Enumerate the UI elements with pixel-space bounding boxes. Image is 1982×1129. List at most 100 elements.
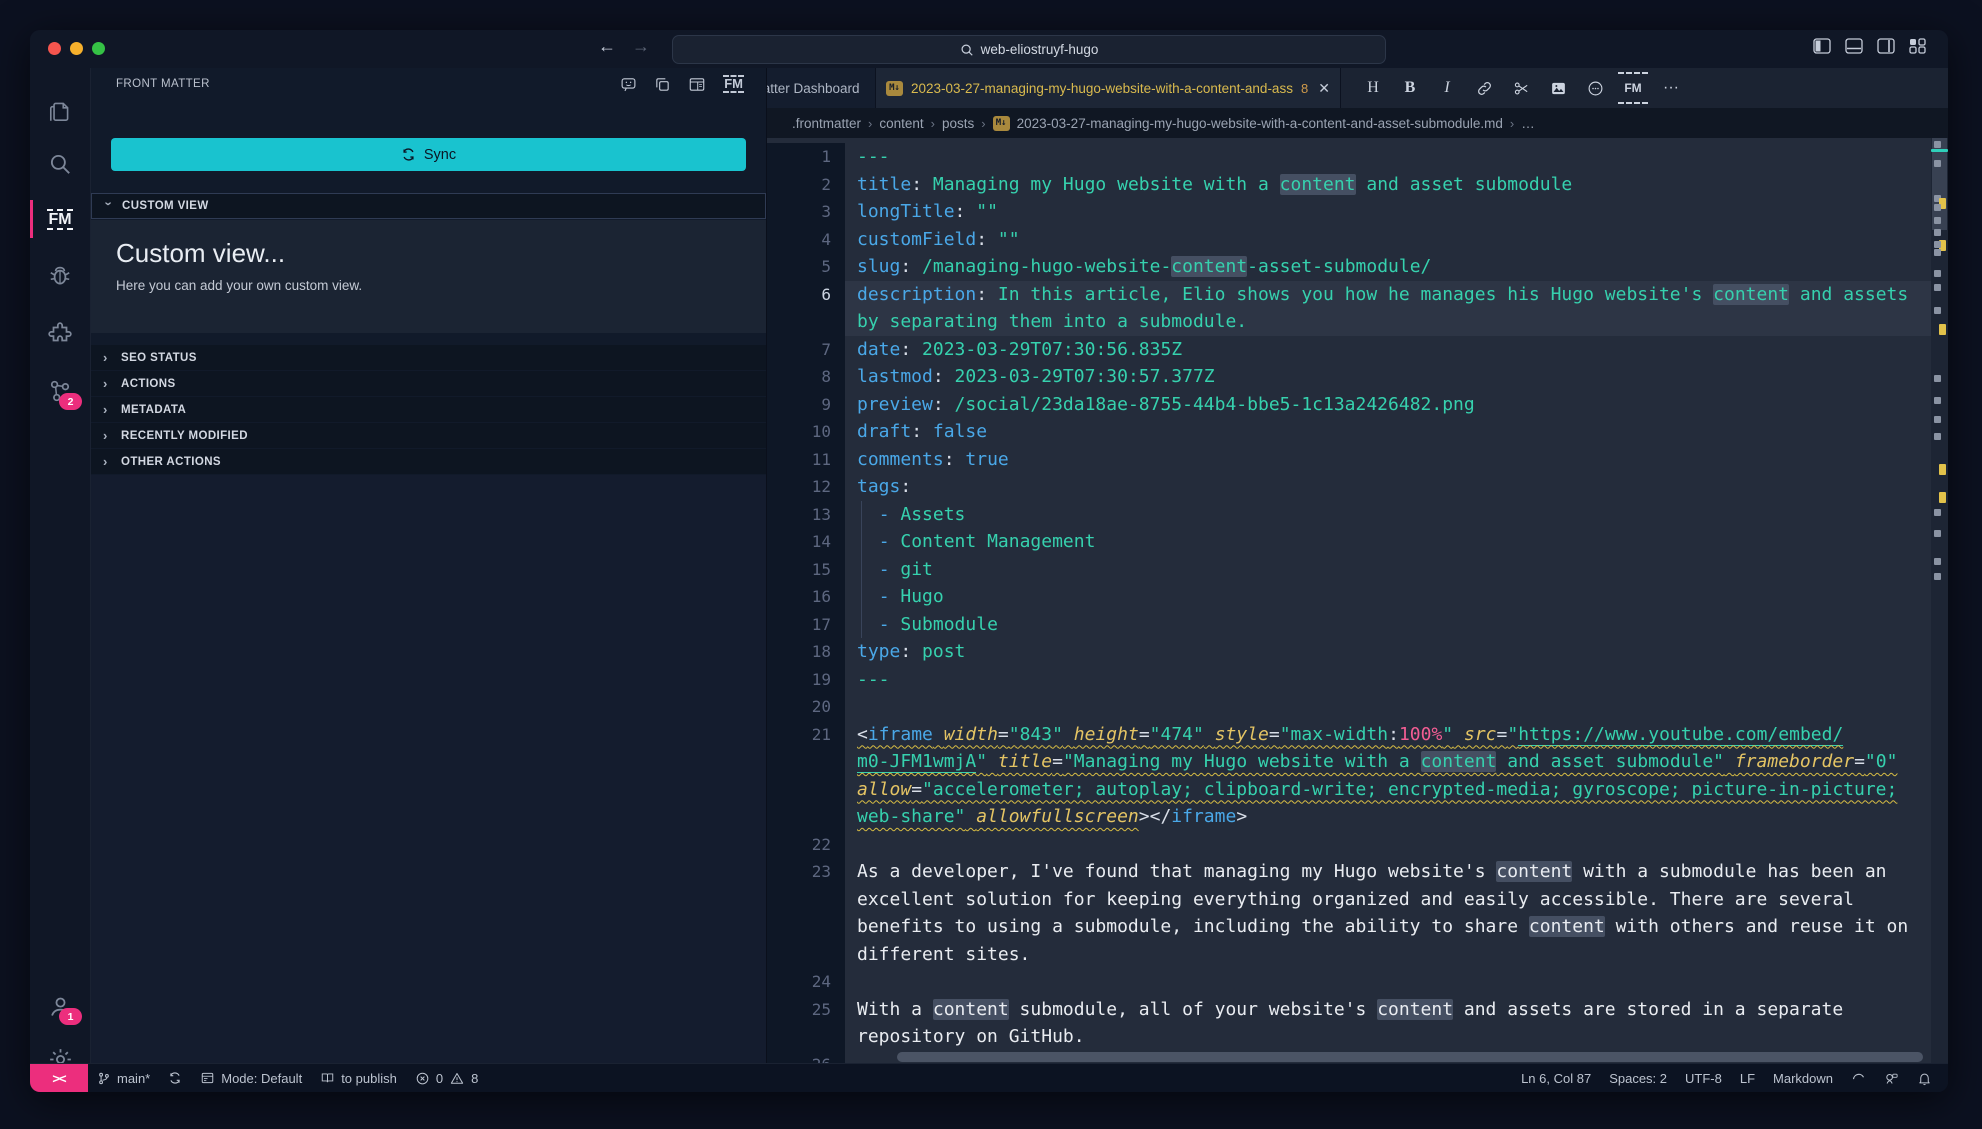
horizontal-scrollbar[interactable] [897, 1052, 1923, 1062]
encoding-status[interactable]: UTF-8 [1676, 1071, 1731, 1086]
breadcrumb-file[interactable]: 2023-03-27-managing-my-hugo-website-with… [1017, 116, 1503, 131]
breadcrumb-item[interactable]: posts [942, 116, 974, 131]
section-custom-view[interactable]: › CUSTOM VIEW [91, 193, 766, 219]
code-token: With a [857, 999, 933, 1020]
frontmatter-mode-status[interactable]: Mode: Default [191, 1064, 311, 1092]
code-line[interactable]: 18type: post [767, 638, 1931, 666]
back-arrow-button[interactable]: ← [598, 36, 616, 57]
code-line[interactable]: 2title: Managing my Hugo website with a … [767, 171, 1931, 199]
toggle-panel-icon[interactable] [1845, 38, 1863, 54]
sync-button[interactable]: Sync [111, 138, 746, 171]
toggle-sidebar-icon[interactable] [1813, 38, 1831, 54]
code-line[interactable]: 24 [767, 968, 1931, 996]
scissors-icon[interactable] [1507, 74, 1535, 102]
code-line[interactable]: 9preview: /social/23da18ae-8755-44b4-bbe… [767, 391, 1931, 419]
image-icon[interactable] [1544, 74, 1572, 102]
language-mode-status[interactable]: Markdown [1764, 1071, 1842, 1086]
italic-action-button[interactable]: I [1433, 74, 1461, 102]
overview-match-mark [1934, 204, 1941, 211]
close-window-button[interactable] [48, 42, 61, 55]
zoom-window-button[interactable] [92, 42, 105, 55]
tab-markdown-file[interactable]: M↓ 2023-03-27-managing-my-hugo-website-w… [876, 68, 1341, 108]
close-tab-icon[interactable]: ✕ [1318, 80, 1330, 97]
code-line[interactable]: repository on GitHub. [767, 1023, 1931, 1051]
sidebar-item-search[interactable] [30, 141, 90, 187]
sidebar-item-extensions[interactable] [30, 311, 90, 357]
code-line[interactable]: 14 - Content Management [767, 528, 1931, 556]
breadcrumb-item[interactable]: content [879, 116, 923, 131]
code-line[interactable]: 13 - Assets [767, 501, 1931, 529]
fm-icon[interactable]: FM [723, 75, 744, 93]
code-line[interactable]: 19--- [767, 666, 1931, 694]
breadcrumb-item[interactable]: .frontmatter [792, 116, 861, 131]
sidebar-item-debug[interactable] [30, 253, 90, 299]
copy-icon[interactable] [654, 76, 671, 93]
sidebar-item-explorer[interactable] [30, 88, 90, 134]
tab-frontmatter-dashboard[interactable]: FrontMatter Dashboard [767, 68, 876, 108]
code-line[interactable]: 8lastmod: 2023-03-29T07:30:57.377Z [767, 363, 1931, 391]
section-other-actions[interactable]: ›OTHER ACTIONS [91, 449, 766, 475]
breadcrumb-more[interactable]: … [1521, 116, 1535, 131]
code-line[interactable]: 15 - git [767, 556, 1931, 584]
overview-match-mark [1934, 284, 1941, 291]
sync-status-button[interactable] [159, 1064, 191, 1092]
code-line[interactable]: 12tags: [767, 473, 1931, 501]
markdown-file-icon: M↓ [993, 116, 1010, 131]
code-line[interactable]: 22 [767, 831, 1931, 859]
code-line[interactable]: benefits to using a submodule, including… [767, 913, 1931, 941]
code-line[interactable]: 6description: In this article, Elio show… [767, 281, 1931, 309]
warning-icon [449, 1071, 465, 1086]
heading-action-button[interactable]: H [1359, 74, 1387, 102]
code-line[interactable]: 21<iframe width="843" height="474" style… [767, 721, 1931, 749]
remote-indicator[interactable]: >< [30, 1064, 88, 1092]
code-token: < [857, 724, 868, 745]
feedback-icon[interactable] [620, 76, 637, 93]
notifications-bell-icon[interactable] [1908, 1071, 1948, 1086]
code-line[interactable]: 25With a content submodule, all of your … [767, 996, 1931, 1024]
progress-arc-icon[interactable] [1842, 1071, 1875, 1086]
forward-arrow-button[interactable]: → [632, 36, 650, 57]
sidebar-item-frontmatter[interactable]: FM [30, 196, 90, 242]
section-actions[interactable]: ›ACTIONS [91, 371, 766, 397]
code-line[interactable]: 23As a developer, I've found that managi… [767, 858, 1931, 886]
git-branch-status[interactable]: main* [88, 1064, 159, 1092]
link-icon[interactable] [1470, 74, 1498, 102]
section-seo-status[interactable]: ›SEO STATUS [91, 345, 766, 371]
section-recently-modified[interactable]: ›RECENTLY MODIFIED [91, 423, 766, 449]
sidebar-item-source-control[interactable]: 2 [30, 368, 90, 414]
command-center-search[interactable]: web-eliostruyf-hugo [672, 35, 1386, 64]
section-metadata[interactable]: ›METADATA [91, 397, 766, 423]
minimize-window-button[interactable] [70, 42, 83, 55]
cursor-position-status[interactable]: Ln 6, Col 87 [1512, 1071, 1600, 1086]
eol-status[interactable]: LF [1731, 1071, 1764, 1086]
more-actions-icon[interactable]: ··· [1657, 74, 1685, 102]
customize-layout-icon[interactable] [1909, 38, 1926, 54]
code-line[interactable]: 11comments: true [767, 446, 1931, 474]
code-line[interactable]: different sites. [767, 941, 1931, 969]
code-line[interactable]: 4customField: "" [767, 226, 1931, 254]
code-line[interactable]: m0-JFM1wmjA" title="Managing my Hugo web… [767, 748, 1931, 776]
code-line[interactable]: 5slug: /managing-hugo-website-content-as… [767, 253, 1931, 281]
code-line[interactable]: 16 - Hugo [767, 583, 1931, 611]
code-line[interactable]: 3longTitle: "" [767, 198, 1931, 226]
code-line[interactable]: 7date: 2023-03-29T07:30:56.835Z [767, 336, 1931, 364]
bold-action-button[interactable]: B [1396, 74, 1424, 102]
code-line[interactable]: 10draft: false [767, 418, 1931, 446]
vertical-scrollbar[interactable] [1931, 138, 1948, 1064]
code-line[interactable]: 17 - Submodule [767, 611, 1931, 639]
account-button[interactable]: 1 [30, 983, 90, 1029]
code-line[interactable]: allow="accelerometer; autoplay; clipboar… [767, 776, 1931, 804]
fm-action-icon[interactable]: FM [1618, 72, 1648, 104]
code-line[interactable]: web-share" allowfullscreen></iframe> [767, 803, 1931, 831]
emoji-icon[interactable] [1581, 74, 1609, 102]
problems-status[interactable]: 0 8 [406, 1064, 487, 1092]
code-line[interactable]: 1--- [767, 143, 1931, 171]
to-publish-status[interactable]: to publish [311, 1064, 406, 1092]
indentation-status[interactable]: Spaces: 2 [1600, 1071, 1676, 1086]
code-line[interactable]: 20 [767, 693, 1931, 721]
code-line[interactable]: excellent solution for keeping everythin… [767, 886, 1931, 914]
code-line[interactable]: by separating them into a submodule. [767, 308, 1931, 336]
feedback-smiley-icon[interactable] [1875, 1071, 1908, 1086]
open-dashboard-icon[interactable] [688, 76, 706, 93]
toggle-secondary-sidebar-icon[interactable] [1877, 38, 1895, 54]
